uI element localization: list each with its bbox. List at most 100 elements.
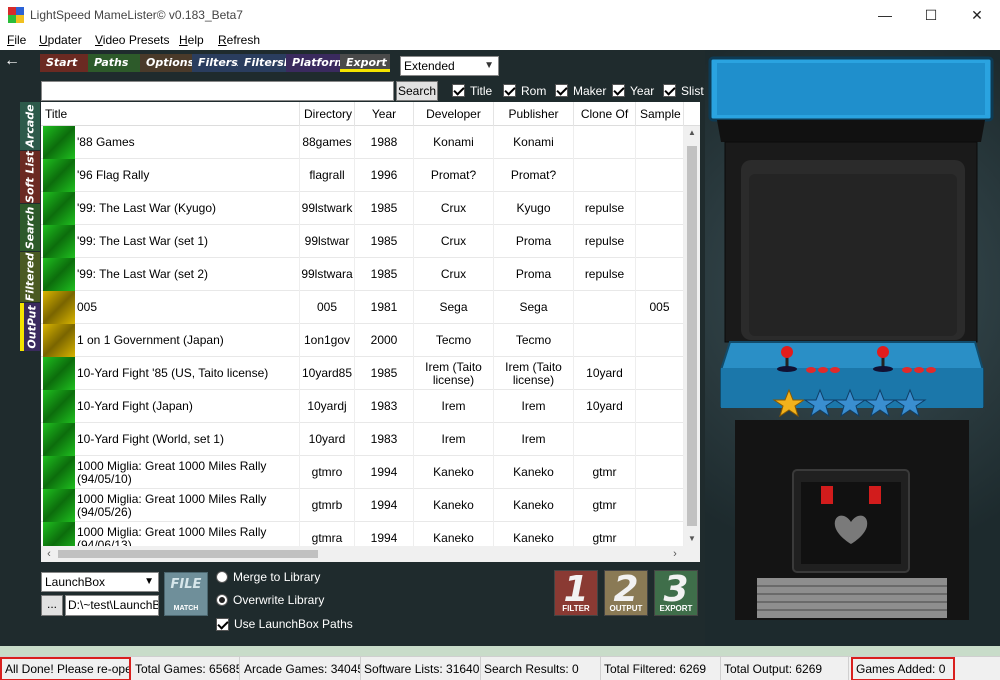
cell-year: 1996 (355, 159, 414, 192)
column-header-title[interactable]: Title (41, 102, 300, 126)
table-row[interactable]: 10-Yard Fight (World, set 1) 10yard 1983 Ir… (41, 423, 684, 456)
column-header-directory[interactable]: Directory (300, 102, 355, 126)
cell-title: 1000 Miglia: Great 1000 Miles Rally (94/… (75, 522, 300, 546)
arcade-cabinet-image (705, 50, 1000, 646)
maximize-button[interactable]: ☐ (908, 0, 954, 30)
table-row[interactable]: '99: The Last War (set 2) 99lstwara 1985 Cr… (41, 258, 684, 291)
table-row[interactable]: '88 Games 88games 1988 Konami Konami (41, 126, 684, 159)
cell-directory: gtmro (300, 456, 355, 489)
cell-clone-of: gtmr (574, 522, 636, 546)
cell-year: 1985 (355, 225, 414, 258)
search-button[interactable]: Search (396, 81, 438, 101)
tab-paths[interactable]: Paths (88, 54, 140, 72)
cell-directory: 99lstwark (300, 192, 355, 225)
tab-start[interactable]: Start (40, 54, 88, 72)
table-row[interactable]: '96 Flag Rally flagrall 1996 Promat? Promat? (41, 159, 684, 192)
scroll-thumb[interactable] (687, 146, 697, 526)
menu-updater[interactable]: Updater (39, 33, 82, 47)
cell-year: 1983 (355, 390, 414, 423)
frontend-path-input[interactable]: D:\~test\LaunchBox (65, 595, 159, 616)
table-row[interactable]: '99: The Last War (Kyugo) 99lstwark 1985 Cr… (41, 192, 684, 225)
view-mode-select[interactable]: Extended ▼ (400, 56, 499, 76)
menu-file[interactable]: File (7, 33, 26, 47)
table-body: '88 Games 88games 1988 Konami Konami '96 Flag… (41, 126, 684, 546)
table-row[interactable]: 1000 Miglia: Great 1000 Miles Rally (94/… (41, 522, 684, 546)
cell-clone-of: repulse (574, 192, 636, 225)
close-button[interactable]: ✕ (954, 0, 1000, 30)
merge-library-radio[interactable]: Merge to Library (216, 569, 320, 585)
scroll-right-icon[interactable]: › (667, 546, 683, 562)
status-total-games: Total Games: 65685 (132, 657, 240, 680)
menu-refresh[interactable]: Refresh (218, 33, 260, 47)
table-row[interactable]: 1000 Miglia: Great 1000 Miles Rally (94/… (41, 489, 684, 522)
frontend-select[interactable]: LaunchBox ▼ (41, 572, 159, 592)
menu-help[interactable]: Help (179, 33, 204, 47)
cell-title: '88 Games (75, 126, 300, 159)
side-tab-arcade[interactable]: Arcade (20, 102, 40, 150)
column-header-publisher[interactable]: Publisher (494, 102, 574, 126)
browse-button[interactable]: ... (41, 595, 63, 616)
side-tab-soft-list[interactable]: Soft List (20, 151, 40, 203)
file-match-sublabel: MATCH (173, 605, 199, 612)
file-match-button[interactable]: FILE MATCH (164, 572, 208, 616)
toggle-rom-column[interactable]: Rom (503, 83, 546, 98)
output-step-button[interactable]: 2 OUTPUT (604, 569, 648, 616)
side-tab-search[interactable]: Search (20, 204, 40, 251)
table-row[interactable]: '99: The Last War (set 1) 99lstwar 1985 Cru… (41, 225, 684, 258)
column-header-sample[interactable]: Sample ... (636, 102, 684, 126)
chevron-down-icon: ▼ (484, 60, 494, 71)
toggle-maker-column[interactable]: Maker (555, 83, 606, 98)
toggle-year-column[interactable]: Year (612, 83, 654, 98)
table-row[interactable]: 10-Yard Fight '85 (US, Taito license) 10y… (41, 357, 684, 390)
status-yellow-icon (43, 291, 75, 324)
checkbox-checked-icon (612, 84, 625, 97)
vertical-scrollbar[interactable]: ▲ ▼ (684, 126, 700, 546)
cell-clone-of (574, 291, 636, 324)
filter-step-button[interactable]: 1 FILTER (554, 569, 598, 616)
tab-filtersa[interactable]: FiltersA (192, 54, 246, 72)
cell-developer: Tecmo (414, 324, 494, 357)
tab-filtersb[interactable]: FiltersB (238, 54, 292, 72)
side-tab-filtered[interactable]: Filtered (20, 252, 40, 302)
column-header-clone-of[interactable]: Clone Of (574, 102, 636, 126)
cell-developer: Kaneko (414, 489, 494, 522)
cell-sample (636, 192, 684, 225)
minimize-button[interactable]: — (862, 0, 908, 30)
cell-title: '96 Flag Rally (75, 159, 300, 192)
cell-year: 1983 (355, 423, 414, 456)
main-panel: ← Start Paths Options FiltersA FiltersB … (0, 50, 1000, 646)
column-header-year[interactable]: Year (355, 102, 414, 126)
status-total-filtered: Total Filtered: 6269 (601, 657, 721, 680)
cell-title: '99: The Last War (set 2) (75, 258, 300, 291)
scroll-thumb[interactable] (58, 550, 318, 558)
tab-options[interactable]: Options (140, 54, 194, 72)
tab-export[interactable]: Export (340, 54, 390, 72)
back-arrow-icon[interactable]: ← (4, 52, 20, 70)
export-step-button[interactable]: 3 EXPORT (654, 569, 698, 616)
table-row[interactable]: 1000 Miglia: Great 1000 Miles Rally (94/… (41, 456, 684, 489)
side-tab-output[interactable]: OutPut (20, 303, 40, 351)
checkbox-checked-icon (216, 617, 229, 631)
table-row[interactable]: 10-Yard Fight (Japan) 10yardj 1983 Irem Irem… (41, 390, 684, 423)
scroll-up-icon[interactable]: ▲ (684, 126, 700, 140)
toggle-title-column[interactable]: Title (452, 83, 492, 98)
scroll-left-icon[interactable]: ‹ (41, 546, 57, 562)
table-row[interactable]: 005 005 1981 Sega Sega 005 (41, 291, 684, 324)
use-launchbox-paths-checkbox[interactable]: Use LaunchBox Paths (216, 616, 353, 632)
status-green-icon (43, 126, 75, 159)
overwrite-library-radio[interactable]: Overwrite Library (216, 592, 324, 608)
column-header-developer[interactable]: Developer (414, 102, 494, 126)
table-row[interactable]: 1 on 1 Government (Japan) 1on1gov 2000 Tecm… (41, 324, 684, 357)
menu-video-presets[interactable]: Video Presets (95, 33, 170, 47)
tab-platform[interactable]: Platform (286, 54, 346, 72)
toggle-slist-column[interactable]: Slist (663, 83, 704, 98)
search-input[interactable] (41, 81, 394, 101)
cell-directory: 10yard85 (300, 357, 355, 390)
scroll-down-icon[interactable]: ▼ (684, 532, 700, 546)
cell-year: 2000 (355, 324, 414, 357)
menu-bar: File Updater Video Presets Help Refresh (0, 30, 1000, 50)
horizontal-scrollbar[interactable]: ‹ › (41, 546, 700, 562)
cell-sample (636, 324, 684, 357)
cell-title: 1000 Miglia: Great 1000 Miles Rally (94/… (75, 489, 300, 522)
status-bar: All Done! Please re-open LaunchBox Total… (0, 656, 1000, 680)
